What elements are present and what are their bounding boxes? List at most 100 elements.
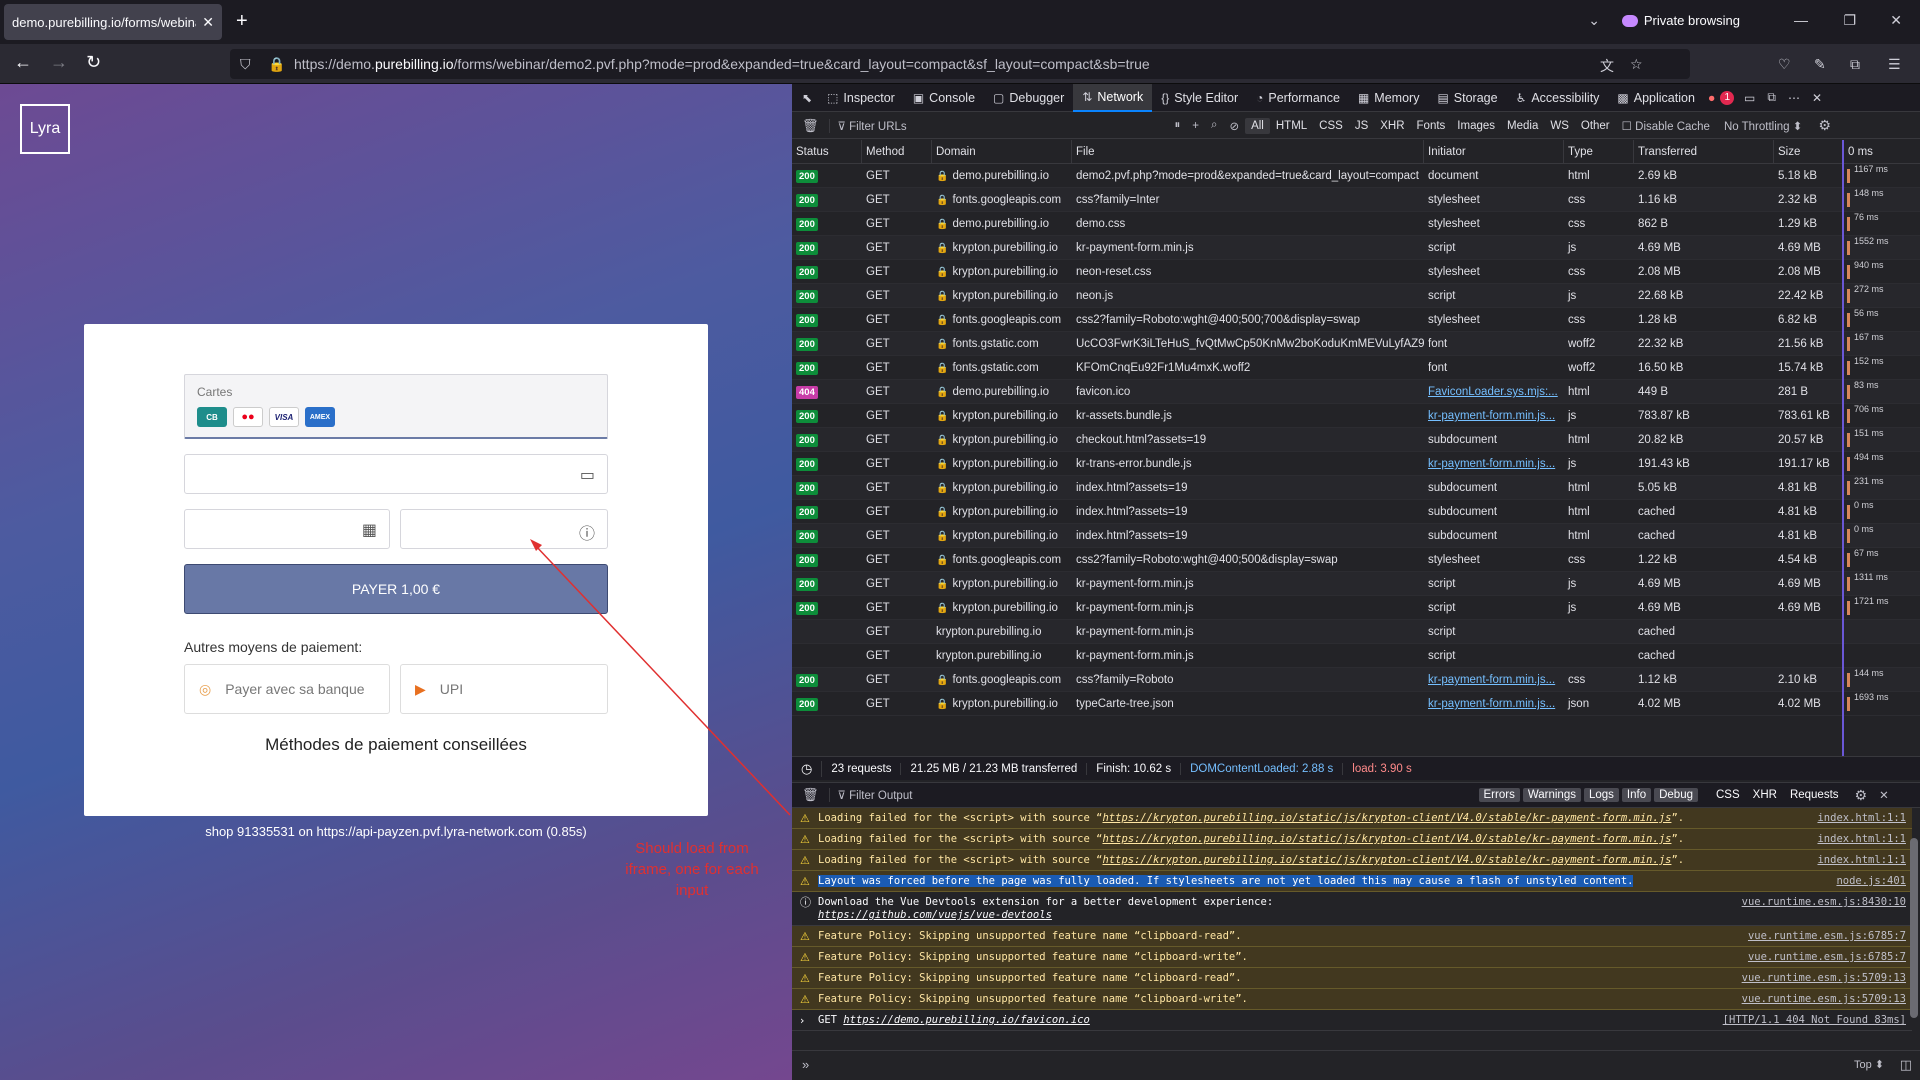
request-row[interactable]: GET krypton.purebilling.io kr-payment-form…: [792, 644, 1920, 668]
message-source-link[interactable]: index.html:1:1: [1817, 833, 1906, 846]
tab-style-editor[interactable]: {} Style Editor: [1152, 84, 1247, 112]
col-type[interactable]: Type: [1564, 140, 1634, 164]
minimize-button[interactable]: —: [1794, 12, 1808, 28]
filter-fonts[interactable]: Fonts: [1411, 118, 1452, 134]
request-row[interactable]: 200 GET 🔒 krypton.purebilling.io typeCarte-t…: [792, 692, 1920, 716]
reload-icon[interactable]: ↻: [86, 52, 101, 73]
console-xhr-toggle[interactable]: XHR: [1748, 788, 1782, 802]
console-input[interactable]: » Top ⬍ ◫: [792, 1050, 1920, 1080]
col-status[interactable]: Status: [792, 140, 862, 164]
block-icon[interactable]: ⊘: [1223, 119, 1245, 133]
request-row[interactable]: 200 GET 🔒 krypton.purebilling.io neon.js scri…: [792, 284, 1920, 308]
pause-icon[interactable]: ⏸: [1169, 119, 1187, 132]
tab-network[interactable]: ⇅ Network: [1073, 83, 1153, 112]
console-requests-toggle[interactable]: Requests: [1785, 788, 1844, 802]
request-row[interactable]: 200 GET 🔒 krypton.purebilling.io index.html?…: [792, 476, 1920, 500]
message-source-link[interactable]: vue.runtime.esm.js:6785:7: [1748, 930, 1906, 943]
url-bar[interactable]: https://demo. purebilling.io/forms/webina…: [230, 49, 1690, 79]
message-source-link[interactable]: index.html:1:1: [1817, 854, 1906, 867]
network-settings-icon[interactable]: ⚙: [1810, 117, 1839, 134]
tab-debugger[interactable]: ▢ Debugger: [984, 84, 1073, 112]
error-indicator[interactable]: ● 1: [1704, 84, 1738, 112]
search-icon[interactable]: ⌕: [1205, 119, 1223, 132]
filter-images[interactable]: Images: [1451, 118, 1501, 134]
filter-media[interactable]: Media: [1501, 118, 1544, 134]
console-errors-toggle[interactable]: Errors: [1478, 788, 1520, 802]
devtools-close-icon[interactable]: ✕: [1806, 84, 1828, 112]
more-options-icon[interactable]: ⋯: [1782, 84, 1806, 112]
request-row[interactable]: 200 GET 🔒 fonts.googleapis.com css2?family=R…: [792, 548, 1920, 572]
filter-xhr[interactable]: XHR: [1374, 118, 1410, 134]
wrench-icon[interactable]: ✎: [1814, 56, 1826, 73]
request-row[interactable]: 200 GET 🔒 fonts.googleapis.com css2?family=R…: [792, 308, 1920, 332]
tab-inspector[interactable]: ⬚ Inspector: [818, 84, 904, 112]
message-link[interactable]: https://krypton.purebilling.io/static/js…: [1102, 812, 1671, 824]
col-file[interactable]: File: [1072, 140, 1424, 164]
clear-console-icon[interactable]: 🗑: [792, 787, 829, 803]
console-scrollbar[interactable]: [1908, 824, 1918, 1044]
request-row[interactable]: 200 GET 🔒 krypton.purebilling.io neon-reset.…: [792, 260, 1920, 284]
request-row[interactable]: 200 GET 🔒 fonts.googleapis.com css?family=In…: [792, 188, 1920, 212]
message-source-link[interactable]: [HTTP/1.1 404 Not Found 83ms]: [1723, 1014, 1906, 1027]
filter-ws[interactable]: WS: [1544, 118, 1575, 134]
console-warnings-toggle[interactable]: Warnings: [1522, 788, 1581, 802]
request-row[interactable]: 200 GET 🔒 krypton.purebilling.io kr-trans-er…: [792, 452, 1920, 476]
col-waterfall[interactable]: 0 ms: [1844, 140, 1920, 164]
col-size[interactable]: Size: [1774, 140, 1844, 164]
filter-urls-input[interactable]: ⊽ Filter URLs: [828, 118, 1169, 133]
forward-icon[interactable]: →: [50, 52, 68, 73]
request-row[interactable]: 200 GET 🔒 demo.purebilling.io demo.css styles…: [792, 212, 1920, 236]
request-row[interactable]: 200 GET 🔒 krypton.purebilling.io kr-payment-…: [792, 236, 1920, 260]
pocket-icon[interactable]: ♡: [1778, 56, 1791, 73]
filter-js[interactable]: JS: [1349, 118, 1374, 134]
responsive-design-icon[interactable]: ▭: [1738, 84, 1761, 112]
request-row[interactable]: 200 GET 🔒 krypton.purebilling.io kr-assets.b…: [792, 404, 1920, 428]
request-row[interactable]: 200 GET 🔒 krypton.purebilling.io checkout.ht…: [792, 428, 1920, 452]
col-transferred[interactable]: Transferred: [1634, 140, 1774, 164]
console-info-toggle[interactable]: Info: [1621, 788, 1652, 802]
message-link[interactable]: https://demo.purebilling.io/favicon.ico: [843, 1014, 1090, 1026]
console-css-toggle[interactable]: CSS: [1711, 788, 1745, 802]
bookmark-star-icon[interactable]: ☆: [1630, 56, 1643, 73]
console-logs-toggle[interactable]: Logs: [1583, 788, 1619, 802]
lock-icon[interactable]: 🔒: [268, 56, 285, 73]
request-row[interactable]: 200 GET 🔒 fonts.gstatic.com KFOmCnqEu92Fr1Mu…: [792, 356, 1920, 380]
request-row[interactable]: 200 GET 🔒 krypton.purebilling.io index.html?…: [792, 500, 1920, 524]
console-settings-icon[interactable]: ⚙: [1847, 787, 1876, 804]
console-debug-toggle[interactable]: Debug: [1654, 788, 1698, 802]
col-method[interactable]: Method: [862, 140, 932, 164]
col-domain[interactable]: Domain: [932, 140, 1072, 164]
request-row[interactable]: 200 GET 🔒 fonts.gstatic.com UcCO3FwrK3iLTeHu…: [792, 332, 1920, 356]
translate-icon[interactable]: 文: [1600, 56, 1614, 76]
tab-close-icon[interactable]: ✕: [202, 14, 214, 31]
menu-icon[interactable]: ☰: [1888, 56, 1901, 73]
col-initiator[interactable]: Initiator: [1424, 140, 1564, 164]
message-source-link[interactable]: index.html:1:1: [1817, 812, 1906, 825]
scrollbar-thumb[interactable]: [1910, 838, 1918, 1018]
filter-html[interactable]: HTML: [1270, 118, 1313, 134]
message-source-link[interactable]: vue.runtime.esm.js:6785:7: [1748, 951, 1906, 964]
request-row[interactable]: 200 GET 🔒 krypton.purebilling.io index.html?…: [792, 524, 1920, 548]
console-close-icon[interactable]: ✕: [1875, 788, 1893, 802]
request-row[interactable]: 404 GET 🔒 demo.purebilling.io favicon.ico Fav…: [792, 380, 1920, 404]
new-tab-button[interactable]: +: [236, 10, 248, 33]
request-row[interactable]: 200 GET 🔒 demo.purebilling.io demo2.pvf.php?…: [792, 164, 1920, 188]
initiator-text[interactable]: kr-payment-form.min.js...: [1428, 410, 1555, 422]
initiator-text[interactable]: kr-payment-form.min.js...: [1428, 674, 1555, 686]
filter-all[interactable]: All: [1245, 117, 1270, 134]
request-row[interactable]: 200 GET 🔒 krypton.purebilling.io kr-payment-…: [792, 596, 1920, 620]
restore-button[interactable]: ❐: [1843, 12, 1856, 29]
split-console-icon[interactable]: ◫: [1900, 1057, 1912, 1073]
tab-memory[interactable]: ▦ Memory: [1349, 84, 1429, 112]
performance-analysis-icon[interactable]: ◷: [792, 760, 823, 777]
tab-list-chevron-icon[interactable]: ⌄: [1588, 12, 1600, 29]
browser-tab[interactable]: demo.purebilling.io/forms/webinar ✕: [4, 4, 222, 40]
message-link[interactable]: https://github.com/vuejs/vue-devtools: [818, 909, 1052, 921]
tab-application[interactable]: ▩ Application: [1608, 84, 1704, 112]
add-icon[interactable]: +: [1186, 120, 1205, 132]
console-filter-input[interactable]: ⊽ Filter Output: [828, 788, 1479, 802]
initiator-text[interactable]: kr-payment-form.min.js...: [1428, 698, 1555, 710]
filter-other[interactable]: Other: [1575, 118, 1616, 134]
tab-storage[interactable]: ▤ Storage: [1428, 84, 1506, 112]
message-link[interactable]: https://krypton.purebilling.io/static/js…: [1102, 833, 1671, 845]
